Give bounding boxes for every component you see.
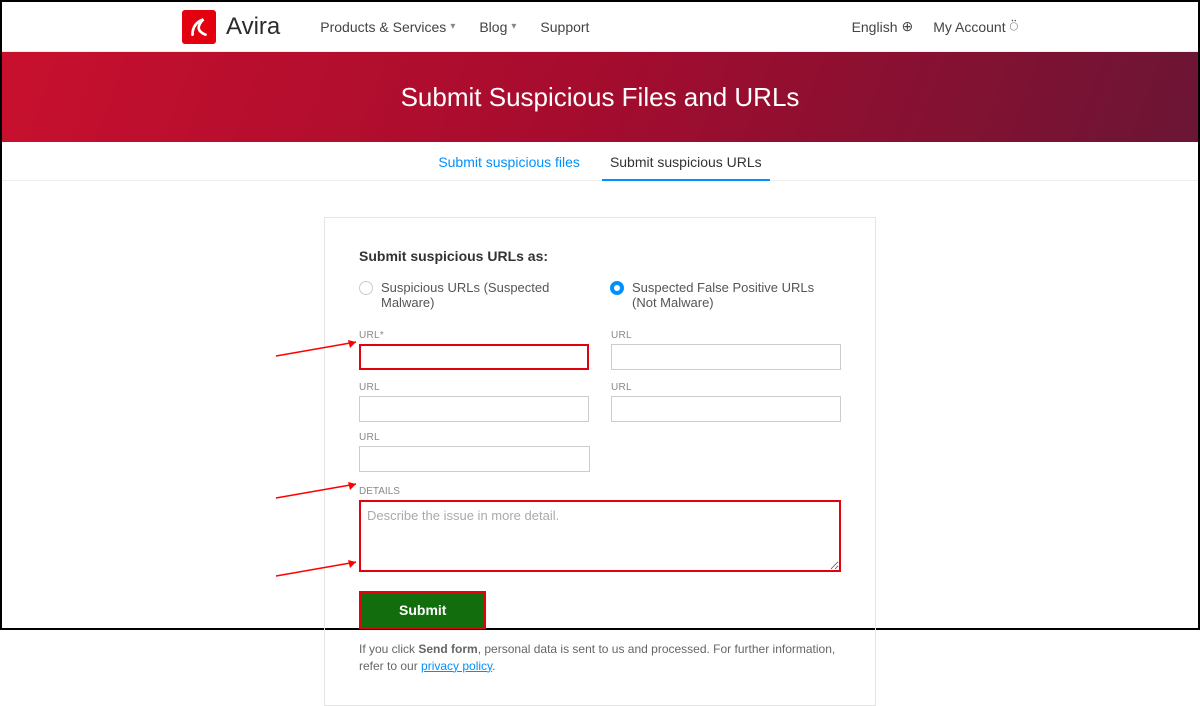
url-field-1: URL*: [359, 330, 589, 370]
tab-bar: Submit suspicious files Submit suspiciou…: [2, 142, 1198, 181]
submit-button[interactable]: Submit: [359, 591, 486, 629]
radio-suspected-malware[interactable]: Suspicious URLs (Suspected Malware): [359, 280, 590, 310]
header: Avira Products & Services▾ Blog▾ Support…: [2, 2, 1198, 52]
tab-submit-files[interactable]: Submit suspicious files: [438, 154, 580, 170]
field-label: URL: [611, 382, 841, 393]
field-label: URL: [359, 382, 589, 393]
url-input-4[interactable]: [611, 396, 841, 422]
tab-submit-urls[interactable]: Submit suspicious URLs: [610, 154, 762, 170]
url-field-5: URL: [359, 432, 590, 472]
annotation-arrow-icon: [274, 480, 364, 500]
field-label: URL*: [359, 330, 589, 341]
radio-group: Suspicious URLs (Suspected Malware) Susp…: [359, 280, 841, 310]
field-label: URL: [359, 432, 590, 443]
language-selector[interactable]: English ⊕: [852, 18, 914, 35]
my-account[interactable]: My Account ⍥: [933, 18, 1018, 35]
nav-support[interactable]: Support: [540, 19, 589, 35]
radio-selected-icon: [610, 281, 624, 295]
disclaimer-text: If you click Send form, personal data is…: [359, 641, 841, 675]
globe-icon: ⊕: [901, 18, 913, 35]
details-textarea[interactable]: [359, 500, 841, 572]
main-nav: Products & Services▾ Blog▾ Support: [320, 19, 589, 35]
annotation-arrow-icon: [274, 338, 364, 358]
user-icon: ⍥: [1010, 18, 1018, 35]
nav-blog[interactable]: Blog▾: [479, 19, 516, 35]
url-input-3[interactable]: [359, 396, 589, 422]
field-label: URL: [611, 330, 841, 341]
url-field-2: URL: [611, 330, 841, 370]
radio-false-positive[interactable]: Suspected False Positive URLs (Not Malwa…: [610, 280, 841, 310]
hero-banner: Submit Suspicious Files and URLs: [2, 52, 1198, 142]
privacy-policy-link[interactable]: privacy policy: [421, 659, 492, 673]
page-title: Submit Suspicious Files and URLs: [401, 82, 800, 113]
url-input-5[interactable]: [359, 446, 590, 472]
details-field: DETAILS: [359, 486, 841, 577]
url-field-3: URL: [359, 382, 589, 422]
right-nav: English ⊕ My Account ⍥: [852, 18, 1018, 35]
form-card: Submit suspicious URLs as: Suspicious UR…: [324, 217, 876, 706]
form-heading: Submit suspicious URLs as:: [359, 248, 841, 264]
details-label: DETAILS: [359, 486, 841, 497]
url-input-2[interactable]: [611, 344, 841, 370]
url-field-4: URL: [611, 382, 841, 422]
chevron-down-icon: ▾: [511, 21, 516, 32]
nav-products[interactable]: Products & Services▾: [320, 19, 455, 35]
url-input-1[interactable]: [359, 344, 589, 370]
radio-icon: [359, 281, 373, 295]
annotation-arrow-icon: [274, 558, 364, 578]
chevron-down-icon: ▾: [450, 21, 455, 32]
avira-logo-icon: [182, 10, 216, 44]
brand-name: Avira: [226, 13, 280, 41]
